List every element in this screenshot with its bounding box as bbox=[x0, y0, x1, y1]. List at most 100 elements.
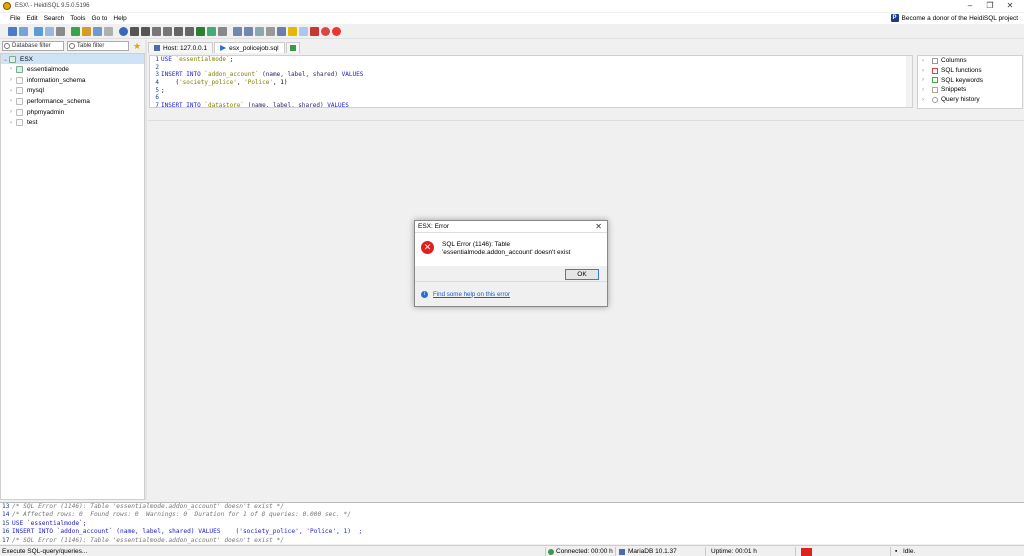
save-icon[interactable] bbox=[233, 27, 242, 36]
tab-new-query[interactable] bbox=[285, 42, 300, 53]
binoculars-icon[interactable] bbox=[266, 27, 275, 36]
panel-splitter[interactable] bbox=[145, 40, 147, 500]
server-icon bbox=[9, 55, 16, 63]
window-title: ESX\ - HeidiSQL 9.5.0.5196 bbox=[15, 3, 90, 9]
copy-icon[interactable] bbox=[34, 27, 43, 36]
highlight-icon[interactable] bbox=[299, 27, 308, 36]
query-tab-icon[interactable] bbox=[255, 27, 264, 36]
helper-label: Query history bbox=[941, 96, 980, 104]
log-line: 16 INSERT INTO `addon_account` (name, lab… bbox=[2, 528, 1024, 536]
close-icon[interactable]: ✕ bbox=[595, 222, 602, 231]
menu-help[interactable]: Help bbox=[110, 15, 129, 22]
delete-row-icon[interactable] bbox=[163, 27, 172, 36]
tab-query-file[interactable]: esx_policejob.sql bbox=[214, 42, 285, 53]
helper-item-keywords[interactable]: › SQL keywords bbox=[918, 75, 1022, 85]
helper-item-history[interactable]: › Query history bbox=[918, 95, 1022, 105]
table-filter-input[interactable]: Table filter bbox=[67, 41, 129, 51]
close-window-button[interactable]: ✕ bbox=[1000, 1, 1020, 10]
tree-item-essentialmode[interactable]: › essentialmode bbox=[1, 64, 144, 75]
exit-icon[interactable] bbox=[332, 27, 341, 36]
status-indicator bbox=[801, 547, 812, 556]
play-icon[interactable] bbox=[196, 27, 205, 36]
menu-search[interactable]: Search bbox=[41, 15, 68, 22]
tree-item-test[interactable]: › test bbox=[1, 117, 144, 128]
code-token: , bbox=[236, 79, 245, 87]
disconnect-icon[interactable] bbox=[321, 27, 330, 36]
error-dialog: ESX: Error ✕ ✕ SQL Error (1146): Table '… bbox=[414, 220, 608, 307]
database-icon bbox=[16, 76, 23, 84]
maximize-button[interactable]: ❐ bbox=[980, 1, 1000, 10]
database-label: essentialmode bbox=[27, 65, 69, 73]
editor-splitter[interactable] bbox=[148, 109, 1024, 121]
post-icon[interactable] bbox=[174, 27, 183, 36]
search-icon bbox=[69, 43, 75, 49]
database-icon bbox=[16, 119, 23, 127]
line-number: 6 bbox=[155, 94, 159, 102]
code-token: INSERT INTO bbox=[161, 102, 205, 108]
search-icon bbox=[4, 43, 10, 49]
minimize-button[interactable]: – bbox=[960, 1, 980, 10]
log-line-number: 14 bbox=[2, 511, 10, 519]
code-token: (name, label, shared) bbox=[244, 102, 328, 108]
table-icon[interactable] bbox=[104, 27, 113, 36]
insert-row-icon[interactable] bbox=[152, 27, 161, 36]
log-line-number: 17 bbox=[2, 536, 10, 544]
history-icon bbox=[932, 96, 938, 103]
database-label: performance_schema bbox=[27, 97, 90, 105]
code-token: INSERT INTO bbox=[161, 71, 205, 79]
tree-root-session[interactable]: ⌄ ESX bbox=[1, 54, 144, 64]
first-record-icon[interactable] bbox=[130, 27, 139, 36]
session-manager-icon[interactable] bbox=[8, 27, 17, 36]
run-options-icon[interactable] bbox=[207, 27, 216, 36]
print-icon[interactable] bbox=[56, 27, 65, 36]
menu-edit[interactable]: Edit bbox=[23, 15, 40, 22]
refresh-icon[interactable] bbox=[71, 27, 80, 36]
menu-tools[interactable]: Tools bbox=[67, 15, 88, 22]
editor-scrollbar[interactable] bbox=[906, 56, 912, 107]
new-window-icon[interactable] bbox=[19, 27, 28, 36]
star-icon[interactable]: ★ bbox=[133, 41, 141, 52]
database-tree: ⌄ ESX › essentialmode › information_schema… bbox=[0, 53, 145, 500]
edit-icon[interactable] bbox=[288, 27, 297, 36]
database-filter-input[interactable]: Database filter bbox=[2, 41, 64, 51]
import-icon[interactable] bbox=[93, 27, 102, 36]
help-link[interactable]: Find some help on this error bbox=[433, 291, 510, 298]
title-bar: ESX\ - HeidiSQL 9.5.0.5196 – ❐ ✕ bbox=[0, 0, 1024, 12]
code-token: USE bbox=[161, 56, 176, 63]
explain-icon[interactable] bbox=[218, 27, 227, 36]
tree-item-information-schema[interactable]: › information_schema bbox=[1, 75, 144, 86]
stop-icon[interactable] bbox=[310, 27, 319, 36]
sql-editor[interactable]: 1 USE `essentialmode`; 2 3 INSERT INTO `addo… bbox=[149, 55, 913, 108]
menu-bar: File Edit Search Tools Go to Help bbox=[0, 13, 1024, 24]
ok-button[interactable]: OK bbox=[565, 269, 599, 280]
code-token: `essentialmode` bbox=[175, 56, 230, 63]
export-icon[interactable] bbox=[82, 27, 91, 36]
helper-item-functions[interactable]: › SQL functions bbox=[918, 66, 1022, 76]
donor-link[interactable]: P Become a donor of the HeidiSQL project bbox=[890, 14, 1018, 22]
load-icon[interactable] bbox=[244, 27, 253, 36]
result-area bbox=[148, 121, 1024, 500]
paypal-icon: P bbox=[890, 14, 899, 22]
status-idle-icon: ▪ bbox=[895, 548, 898, 555]
paste-icon[interactable] bbox=[45, 27, 54, 36]
helper-item-snippets[interactable]: › Snippets bbox=[918, 85, 1022, 95]
log-text: USE `essentialmode`; bbox=[12, 519, 87, 527]
tab-host[interactable]: Host: 127.0.0.1 bbox=[148, 42, 214, 53]
help-circle-icon[interactable] bbox=[119, 27, 128, 36]
last-record-icon[interactable] bbox=[141, 27, 150, 36]
main-toolbar bbox=[0, 25, 1024, 39]
query-helpers: › Columns › SQL functions › SQL keywords › S… bbox=[917, 55, 1023, 109]
status-text: Execute SQL-query/queries... bbox=[2, 548, 88, 555]
code-token: (name, label, shared) bbox=[258, 71, 342, 79]
tree-item-mysql[interactable]: › mysql bbox=[1, 85, 144, 96]
dialog-body: ✕ SQL Error (1146): Table 'essentialmode… bbox=[415, 233, 607, 266]
cancel-icon[interactable] bbox=[185, 27, 194, 36]
log-text: /* SQL Error (1146): Table 'essentialmod… bbox=[12, 536, 284, 544]
tree-item-phpmyadmin[interactable]: › phpmyadmin bbox=[1, 107, 144, 118]
tree-item-performance-schema[interactable]: › performance_schema bbox=[1, 96, 144, 107]
menu-goto[interactable]: Go to bbox=[88, 15, 110, 22]
code-token: VALUES bbox=[327, 102, 349, 108]
menu-file[interactable]: File bbox=[7, 15, 23, 22]
helper-item-columns[interactable]: › Columns bbox=[918, 56, 1022, 66]
search-icon[interactable] bbox=[277, 27, 286, 36]
